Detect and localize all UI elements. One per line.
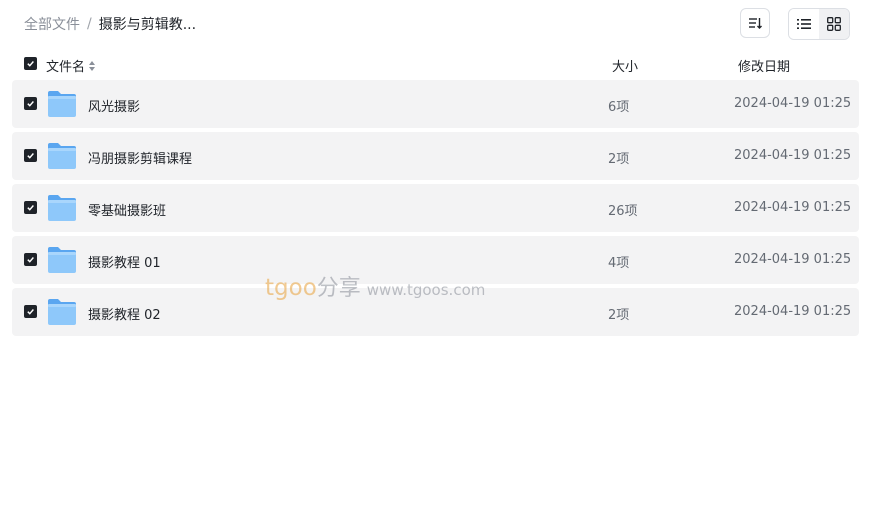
row-checkbox[interactable]	[24, 305, 37, 318]
sort-icon	[749, 18, 762, 29]
file-date: 2024-04-19 01:25	[734, 200, 852, 215]
list-view-icon	[797, 19, 811, 29]
row-checkbox[interactable]	[24, 149, 37, 162]
check-icon	[27, 257, 34, 263]
name-column-label: 文件名	[46, 60, 86, 75]
file-browser: 全部文件 / 摄影与剪辑教... 文件名 大小 修改日期 风光摄影 6项 202…	[0, 0, 874, 514]
folder-icon	[48, 143, 76, 169]
folder-icon	[48, 91, 76, 117]
check-icon	[27, 101, 34, 107]
table-row[interactable]: 风光摄影 6项 2024-04-19 01:25	[12, 80, 859, 128]
check-icon	[27, 61, 34, 67]
watermark-url: www.tgoos.com	[366, 281, 486, 299]
row-checkbox[interactable]	[24, 201, 37, 214]
grid-view-icon	[827, 17, 841, 31]
check-icon	[27, 153, 34, 159]
folder-icon	[48, 299, 76, 325]
file-name[interactable]: 风光摄影	[88, 96, 140, 115]
check-icon	[27, 205, 34, 211]
grid-view-button[interactable]	[819, 9, 849, 39]
view-toggle	[788, 8, 850, 40]
watermark-brand: tgoo	[265, 275, 317, 301]
file-size: 6项	[608, 100, 630, 115]
check-icon	[27, 309, 34, 315]
table-row[interactable]: 零基础摄影班 26项 2024-04-19 01:25	[12, 184, 859, 232]
breadcrumb-root-link[interactable]: 全部文件	[24, 14, 80, 34]
breadcrumb-separator: /	[87, 16, 92, 32]
file-date: 2024-04-19 01:25	[734, 304, 852, 319]
watermark-brand-suffix: 分享	[316, 276, 361, 301]
row-checkbox[interactable]	[24, 97, 37, 110]
size-column-header[interactable]: 大小	[612, 56, 638, 75]
sort-toggle-icon	[89, 60, 96, 71]
row-checkbox[interactable]	[24, 253, 37, 266]
folder-icon	[48, 195, 76, 221]
table-row[interactable]: 冯朋摄影剪辑课程 2项 2024-04-19 01:25	[12, 132, 859, 180]
table-header: 文件名 大小 修改日期	[24, 54, 854, 75]
file-name[interactable]: 摄影教程 01	[88, 252, 161, 271]
list-view-button[interactable]	[789, 9, 819, 39]
select-all-checkbox[interactable]	[24, 57, 37, 70]
file-size: 4项	[608, 256, 630, 271]
date-column-header[interactable]: 修改日期	[738, 56, 790, 75]
file-size: 2项	[608, 308, 630, 323]
file-date: 2024-04-19 01:25	[734, 148, 852, 163]
name-column-header[interactable]: 文件名	[46, 56, 96, 75]
breadcrumb: 全部文件 / 摄影与剪辑教...	[24, 14, 196, 34]
watermark: tgoo 分享 www.tgoos.com	[265, 270, 485, 302]
sort-button[interactable]	[740, 8, 770, 38]
file-name[interactable]: 摄影教程 02	[88, 304, 161, 323]
file-size: 26项	[608, 204, 638, 219]
file-date: 2024-04-19 01:25	[734, 252, 852, 267]
folder-icon	[48, 247, 76, 273]
file-name[interactable]: 零基础摄影班	[88, 200, 166, 219]
file-name[interactable]: 冯朋摄影剪辑课程	[88, 148, 192, 167]
file-size: 2项	[608, 152, 630, 167]
file-date: 2024-04-19 01:25	[734, 96, 852, 111]
breadcrumb-current: 摄影与剪辑教...	[98, 17, 197, 33]
